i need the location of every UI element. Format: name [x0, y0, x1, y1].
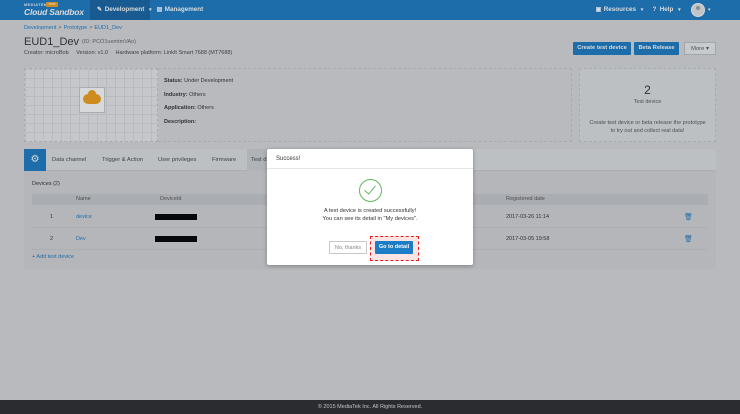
no-thanks-button[interactable]: No, thanks — [329, 241, 367, 254]
checkmark-circle-icon — [359, 179, 382, 202]
go-to-detail-button[interactable]: Go to detail — [375, 241, 413, 254]
success-detail-message: You can see its detail in "My devices". — [322, 216, 418, 222]
dialog-title: Success! — [276, 156, 301, 162]
success-message: A test device is created successfully! — [323, 208, 417, 214]
dialog-header: Success! — [267, 149, 473, 169]
